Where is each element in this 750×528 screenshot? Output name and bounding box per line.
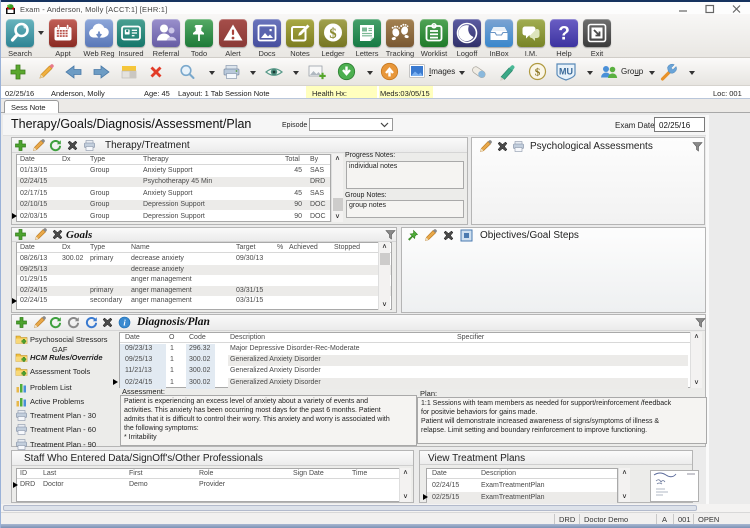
- svg-text:MU: MU: [559, 67, 573, 77]
- svg-text:$: $: [535, 67, 541, 79]
- svg-text:$: $: [329, 26, 336, 42]
- svg-text:?: ?: [558, 24, 570, 45]
